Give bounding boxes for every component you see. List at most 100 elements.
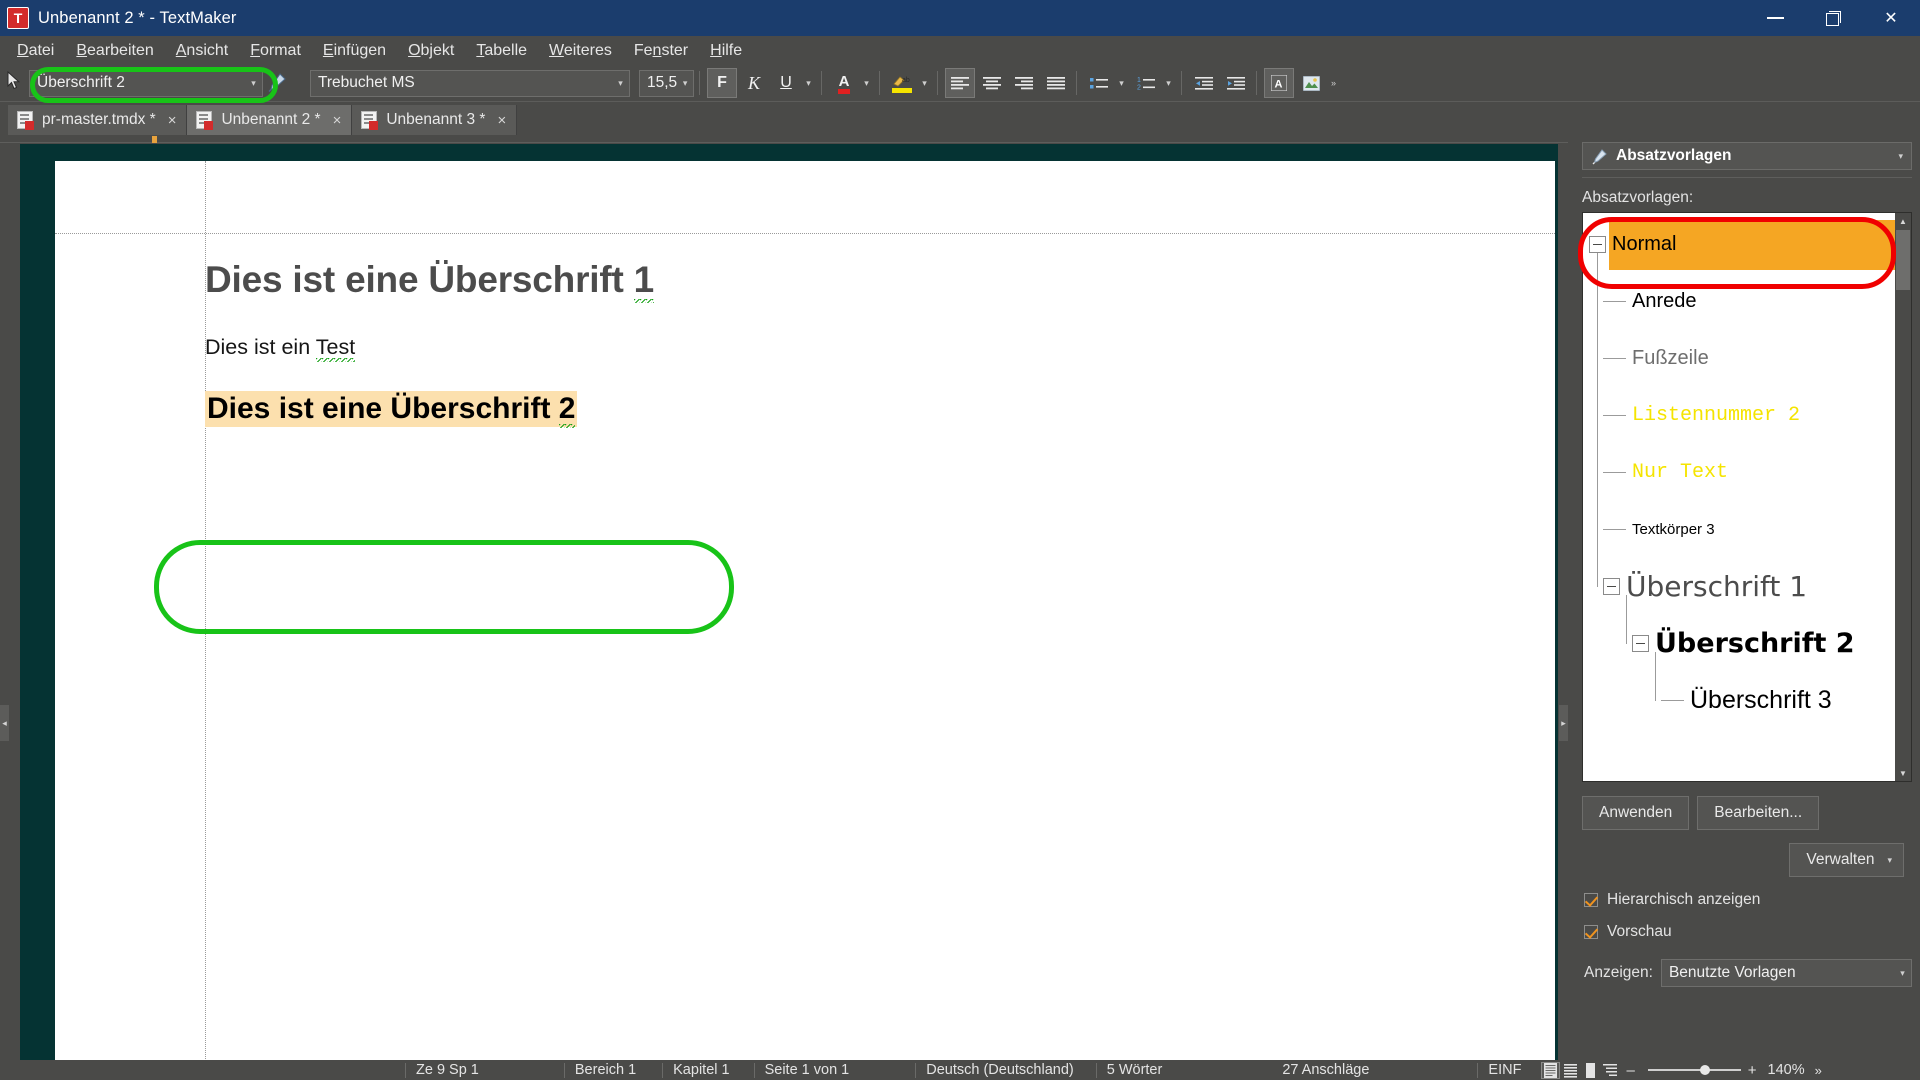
preview-checkbox-row[interactable]: Vorschau: [1584, 923, 1920, 941]
menu-ansicht[interactable]: Ansicht: [165, 39, 239, 63]
manage-button[interactable]: Verwalten ▾: [1789, 843, 1904, 877]
maximize-button[interactable]: [1804, 0, 1862, 36]
menu-bearbeiten[interactable]: Bearbeiten: [65, 39, 164, 63]
document-canvas[interactable]: Dies ist eine Überschrift 1 Dies ist ein…: [20, 144, 1558, 1060]
decrease-indent-button[interactable]: [1189, 68, 1219, 98]
align-left-button[interactable]: [945, 68, 975, 98]
statusbar-overflow-button[interactable]: »: [1809, 1063, 1828, 1078]
zoom-out-button[interactable]: –: [1619, 1062, 1641, 1079]
tab-unbenannt-2[interactable]: Unbenannt 2 * ×: [187, 105, 353, 135]
menu-tabelle[interactable]: Tabelle: [465, 39, 538, 63]
tab-pr-master[interactable]: pr-master.tmdx * ×: [8, 105, 188, 135]
chevron-down-icon[interactable]: ▾: [1894, 961, 1911, 986]
select-cursor-icon[interactable]: [7, 71, 25, 95]
close-icon[interactable]: ×: [497, 112, 506, 129]
tree-collapse-icon[interactable]: [1589, 236, 1606, 253]
bullet-list-button[interactable]: [1084, 68, 1114, 98]
status-page[interactable]: Seite 1 von 1: [753, 1062, 860, 1078]
bullet-list-chevron-down-icon[interactable]: ▾: [1114, 68, 1129, 98]
highlight-chevron-down-icon[interactable]: ▾: [917, 68, 932, 98]
character-style-button[interactable]: A: [1264, 68, 1294, 98]
status-word-count[interactable]: 5 Wörter: [1095, 1062, 1173, 1078]
style-list-item[interactable]: Fußzeile: [1583, 330, 1911, 387]
show-filter-combo[interactable]: Benutzte Vorlagen ▾: [1660, 959, 1912, 987]
zoom-in-button[interactable]: +: [1741, 1062, 1764, 1079]
paragraph-normal[interactable]: Dies ist ein Test: [205, 335, 1515, 362]
view-outline-button[interactable]: [1602, 1063, 1619, 1078]
style-list-item[interactable]: Textkörper 3: [1583, 501, 1911, 558]
menu-fenster[interactable]: Fenster: [623, 39, 699, 63]
document-body[interactable]: Dies ist eine Überschrift 1 Dies ist ein…: [205, 233, 1515, 428]
chevron-down-icon[interactable]: ▾: [677, 71, 693, 96]
style-list-item[interactable]: Überschrift 1: [1583, 558, 1911, 615]
minimize-button[interactable]: [1746, 0, 1804, 36]
panel-header[interactable]: Absatzvorlagen ▾: [1582, 142, 1912, 170]
format-paintbrush-icon[interactable]: [266, 71, 288, 95]
menu-weiteres[interactable]: Weiteres: [538, 39, 623, 63]
hierarchical-checkbox-row[interactable]: Hierarchisch anzeigen: [1584, 891, 1920, 909]
tab-unbenannt-3[interactable]: Unbenannt 3 * ×: [352, 105, 518, 135]
paragraph-heading-1[interactable]: Dies ist eine Überschrift 1: [205, 259, 1515, 303]
status-line-column[interactable]: Ze 9 Sp 1: [405, 1062, 489, 1078]
preview-checkbox[interactable]: [1584, 925, 1598, 939]
increase-indent-button[interactable]: [1221, 68, 1251, 98]
menu-objekt[interactable]: Objekt: [397, 39, 465, 63]
hierarchical-checkbox[interactable]: [1584, 893, 1598, 907]
menu-format[interactable]: Format: [239, 39, 312, 63]
bold-button[interactable]: F: [707, 68, 737, 98]
view-continuous-button[interactable]: [1562, 1063, 1579, 1078]
styles-list[interactable]: ▲ ▼ Normal Anrede Fußzeile Listennummer 2 Nu…: [1582, 212, 1912, 782]
paragraph-style-combo[interactable]: Überschrift 2 ▾: [29, 69, 263, 97]
highlight-button[interactable]: ab: [887, 68, 917, 98]
font-name-combo[interactable]: Trebuchet MS ▾: [310, 69, 630, 97]
zoom-track[interactable]: [1647, 1065, 1741, 1076]
tree-collapse-icon[interactable]: [1632, 635, 1649, 652]
style-list-item[interactable]: Listennummer 2: [1583, 387, 1911, 444]
close-icon[interactable]: ×: [168, 112, 177, 129]
ruler-indent-marker[interactable]: [152, 136, 157, 143]
status-section[interactable]: Bereich 1: [563, 1062, 646, 1078]
close-button[interactable]: ✕: [1862, 0, 1920, 36]
numbered-list-chevron-down-icon[interactable]: ▾: [1161, 68, 1176, 98]
horizontal-ruler[interactable]: [0, 135, 1568, 143]
style-list-item[interactable]: Überschrift 3: [1583, 672, 1911, 729]
edit-style-button[interactable]: Bearbeiten...: [1697, 796, 1820, 830]
zoom-slider[interactable]: [1647, 1065, 1741, 1076]
font-color-button[interactable]: A: [829, 68, 859, 98]
underline-button[interactable]: U: [771, 68, 801, 98]
chevron-down-icon[interactable]: ▾: [1898, 151, 1903, 162]
paragraph-heading-2[interactable]: Dies ist eine Überschrift 2: [205, 391, 578, 428]
underline-chevron-down-icon[interactable]: ▾: [801, 68, 816, 98]
apply-button[interactable]: Anwenden: [1582, 796, 1690, 830]
right-panel-toggle[interactable]: ▸: [1559, 705, 1568, 741]
status-insert-mode[interactable]: EINF: [1477, 1062, 1531, 1078]
align-right-button[interactable]: [1009, 68, 1039, 98]
status-char-count[interactable]: 27 Anschläge: [1272, 1062, 1379, 1078]
style-list-item[interactable]: Normal: [1583, 216, 1911, 273]
zoom-thumb[interactable]: [1699, 1065, 1710, 1076]
document-page[interactable]: Dies ist eine Überschrift 1 Dies ist ein…: [55, 161, 1555, 1060]
insert-object-button[interactable]: [1296, 68, 1326, 98]
view-single-page-button[interactable]: [1582, 1062, 1599, 1078]
italic-button[interactable]: K: [739, 68, 769, 98]
style-list-item[interactable]: Nur Text: [1583, 444, 1911, 501]
view-normal-button[interactable]: [1541, 1061, 1561, 1079]
scroll-down-icon[interactable]: ▼: [1895, 765, 1911, 781]
status-chapter[interactable]: Kapitel 1: [662, 1062, 739, 1078]
toolbar-overflow-button[interactable]: »: [1326, 68, 1341, 98]
left-panel-toggle[interactable]: ◂: [0, 705, 9, 741]
style-list-item[interactable]: Überschrift 2: [1583, 615, 1911, 672]
status-language[interactable]: Deutsch (Deutschland): [915, 1062, 1084, 1078]
chevron-down-icon[interactable]: ▾: [245, 71, 262, 96]
style-list-item[interactable]: Anrede: [1583, 273, 1911, 330]
zoom-level-label[interactable]: 140%: [1764, 1062, 1809, 1078]
align-center-button[interactable]: [977, 68, 1007, 98]
menu-einfuegen[interactable]: Einfügen: [312, 39, 397, 63]
numbered-list-button[interactable]: 12: [1131, 68, 1161, 98]
close-icon[interactable]: ×: [333, 112, 342, 129]
chevron-down-icon[interactable]: ▾: [612, 71, 629, 96]
menu-datei[interactable]: Datei: [6, 39, 65, 63]
tree-collapse-icon[interactable]: [1603, 578, 1620, 595]
menu-hilfe[interactable]: Hilfe: [699, 39, 753, 63]
align-justify-button[interactable]: [1041, 68, 1071, 98]
